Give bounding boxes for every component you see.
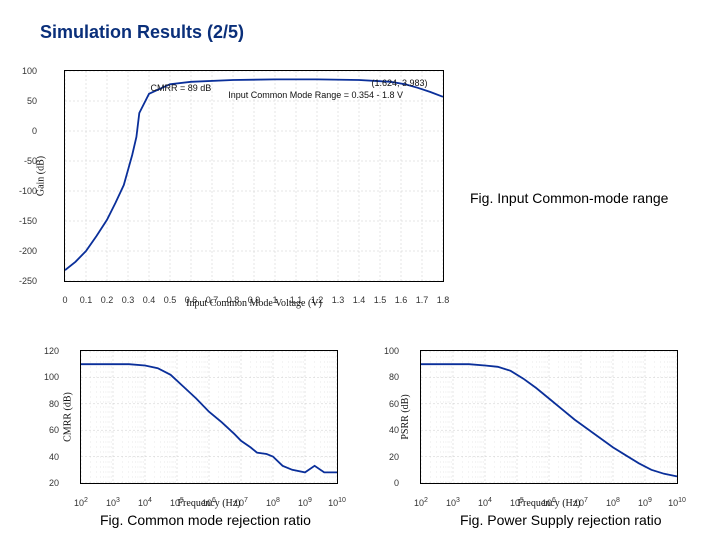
- caption-icmr: Fig. Input Common-mode range: [470, 190, 668, 206]
- marker-annotation: (1.624, 3.983): [372, 78, 428, 88]
- x-axis-label: Input Common Mode Voltage (V): [186, 298, 322, 309]
- x-axis-label: Frequency (Hz): [517, 498, 580, 509]
- psrr-chart: 020406080100 102103104105106107108109101…: [420, 350, 678, 484]
- caption-psrr: Fig. Power Supply rejection ratio: [460, 512, 662, 528]
- caption-cmrr: Fig. Common mode rejection ratio: [100, 512, 311, 528]
- x-axis-label: Frequency (Hz): [177, 498, 240, 509]
- icmr-annotation: Input Common Mode Range = 0.354 - 1.8 V: [228, 90, 403, 100]
- icmr-chart: CMRR = 89 dB Input Common Mode Range = 0…: [64, 70, 444, 282]
- chart-series: [65, 71, 443, 281]
- cmrr-chart: 20406080100120 1021031041051061071081091…: [80, 350, 338, 484]
- y-axis-label: CMRR (dB): [62, 392, 73, 442]
- cmrr-annotation: CMRR = 89 dB: [151, 83, 212, 93]
- cmrr-plot: 20406080100120 1021031041051061071081091…: [80, 350, 338, 484]
- y-axis-label: Gain (dB): [36, 156, 47, 196]
- psrr-plot: 020406080100 102103104105106107108109101…: [420, 350, 678, 484]
- chart-series: [81, 351, 337, 483]
- chart-series: [421, 351, 677, 483]
- y-axis-label: PSRR (dB): [400, 394, 411, 439]
- icmr-plot: CMRR = 89 dB Input Common Mode Range = 0…: [64, 70, 444, 282]
- page-title: Simulation Results (2/5): [40, 22, 244, 43]
